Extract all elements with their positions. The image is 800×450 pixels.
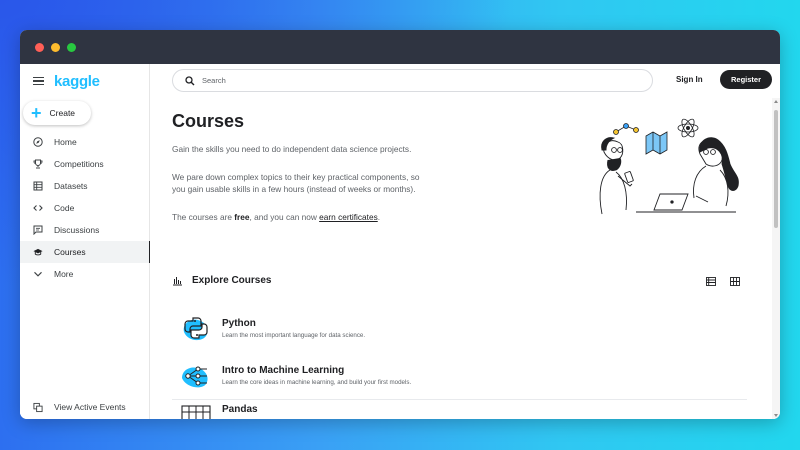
sidebar-header: kaggle [20, 64, 149, 98]
table-icon [33, 181, 43, 191]
atom-icon [677, 118, 699, 138]
chevron-down-icon [33, 269, 43, 279]
intro-paragraph-1: Gain the skills you need to do independe… [172, 144, 412, 154]
sidebar-item-more[interactable]: More [20, 263, 150, 285]
course-description: Learn the most important language for da… [222, 331, 366, 339]
maximize-window-button[interactable] [67, 42, 76, 52]
pandas-course-icon [180, 404, 212, 419]
earn-certificates-link[interactable]: earn certificates [319, 212, 378, 222]
course-item-intro-to-machine-learning[interactable]: Intro to Machine Learning Learn the core… [172, 352, 747, 400]
intro-paragraph-2: We pare down complex topics to their key… [172, 172, 420, 194]
explore-courses-heading: Explore Courses [192, 275, 272, 286]
sidebar-item-label: Competitions [54, 159, 104, 169]
sidebar-item-home[interactable]: Home [20, 131, 150, 153]
sidebar-item-label: More [54, 269, 74, 279]
course-title: Pandas [222, 404, 258, 415]
sidebar-item-label: Code [54, 203, 75, 213]
plus-icon: + [31, 103, 42, 123]
sidebar-item-discussions[interactable]: Discussions [20, 219, 150, 241]
comments-icon [33, 225, 43, 235]
sidebar-item-label: Datasets [54, 181, 88, 191]
scrollbar-thumb[interactable] [774, 110, 778, 228]
map-icon [645, 131, 668, 155]
window-titlebar [20, 30, 780, 64]
sidebar-item-code[interactable]: Code [20, 197, 150, 219]
intro-paragraph-3: The courses are free, and you can now ea… [172, 212, 381, 222]
machine-learning-course-icon [180, 360, 212, 392]
sidebar-item-label: View Active Events [54, 402, 126, 412]
sidebar-item-view-active-events[interactable]: View Active Events [20, 396, 150, 418]
laptop-illustration [653, 193, 689, 211]
app-content: kaggle + Create Home Competitions Datase… [20, 64, 780, 419]
bar-chart-icon [173, 277, 182, 286]
main-content: Sign In Register Courses Gain the skills… [150, 64, 780, 419]
scroll-up-arrow-icon[interactable] [774, 100, 778, 103]
course-text: Python Learn the most important language… [222, 318, 365, 339]
page-title: Courses [172, 111, 245, 131]
course-text: Intro to Machine Learning Learn the core… [222, 365, 411, 386]
page-scrollbar[interactable] [772, 98, 780, 419]
sidebar-item-label: Discussions [54, 225, 100, 235]
search-bar[interactable] [172, 69, 653, 92]
graduation-cap-icon [33, 247, 43, 257]
sidebar-item-label: Courses [54, 247, 86, 257]
molecule-icon [613, 123, 639, 135]
search-icon [185, 75, 195, 85]
person-man-illustration [599, 137, 634, 215]
scroll-down-arrow-icon[interactable] [774, 414, 778, 417]
search-input[interactable] [202, 76, 602, 85]
course-item-pandas[interactable]: Pandas [172, 400, 747, 419]
course-description: Learn the core ideas in machine learning… [222, 379, 412, 386]
list-view-icon[interactable] [706, 277, 716, 286]
python-course-icon [180, 312, 212, 344]
sidebar: kaggle + Create Home Competitions Datase… [20, 64, 151, 419]
course-item-python[interactable]: Python Learn the most important language… [172, 304, 747, 352]
register-button[interactable]: Register [720, 70, 772, 89]
create-button-label: Create [49, 108, 76, 118]
grid-view-icon[interactable] [730, 277, 740, 286]
create-button[interactable]: + Create [23, 101, 91, 125]
courses-illustration [599, 118, 739, 215]
course-text: Pandas [222, 404, 258, 418]
close-window-button[interactable] [35, 42, 44, 52]
sidebar-nav: Home Competitions Datasets Code Discussi… [20, 131, 151, 285]
code-icon [33, 203, 43, 213]
sidebar-item-competitions[interactable]: Competitions [20, 153, 150, 175]
compass-icon [33, 137, 43, 147]
course-title: Python [222, 317, 256, 329]
sidebar-item-datasets[interactable]: Datasets [20, 175, 150, 197]
minimize-window-button[interactable] [51, 42, 60, 52]
hamburger-menu-icon[interactable] [33, 76, 44, 86]
browser-window: kaggle + Create Home Competitions Datase… [20, 30, 780, 419]
free-emphasis: free [234, 212, 250, 222]
course-title: Intro to Machine Learning [222, 365, 345, 376]
kaggle-logo[interactable]: kaggle [54, 73, 100, 90]
events-icon [33, 402, 43, 412]
trophy-icon [33, 159, 43, 169]
sidebar-item-label: Home [54, 137, 77, 147]
sidebar-item-courses[interactable]: Courses [20, 241, 151, 263]
person-woman-illustration [693, 137, 739, 207]
sign-in-button[interactable]: Sign In [676, 75, 703, 84]
